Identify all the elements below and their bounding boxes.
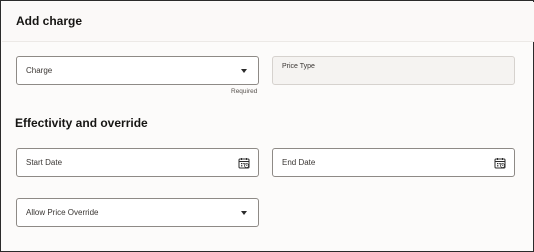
chevron-down-icon xyxy=(241,211,247,215)
end-date-label: End Date xyxy=(282,158,316,167)
charge-label: Charge xyxy=(26,66,53,75)
dialog-title: Add charge xyxy=(16,14,83,28)
chevron-down-icon xyxy=(241,69,247,73)
add-charge-dialog: Add charge Charge Required Price Type Ef… xyxy=(0,0,534,252)
price-type-field: Price Type xyxy=(272,56,515,85)
calendar-icon[interactable] xyxy=(238,157,250,169)
price-type-label: Price Type xyxy=(282,63,315,70)
charge-select[interactable]: Charge xyxy=(16,56,259,85)
dialog-header: Add charge xyxy=(2,2,534,42)
charge-required-hint: Required xyxy=(231,88,258,95)
calendar-icon[interactable] xyxy=(494,157,506,169)
start-date-label: Start Date xyxy=(26,158,63,167)
allow-price-override-label: Allow Price Override xyxy=(26,208,99,217)
end-date-field[interactable]: End Date xyxy=(272,148,515,177)
effectivity-section-title: Effectivity and override xyxy=(15,116,148,130)
allow-price-override-select[interactable]: Allow Price Override xyxy=(16,198,259,227)
start-date-field[interactable]: Start Date xyxy=(16,148,259,177)
